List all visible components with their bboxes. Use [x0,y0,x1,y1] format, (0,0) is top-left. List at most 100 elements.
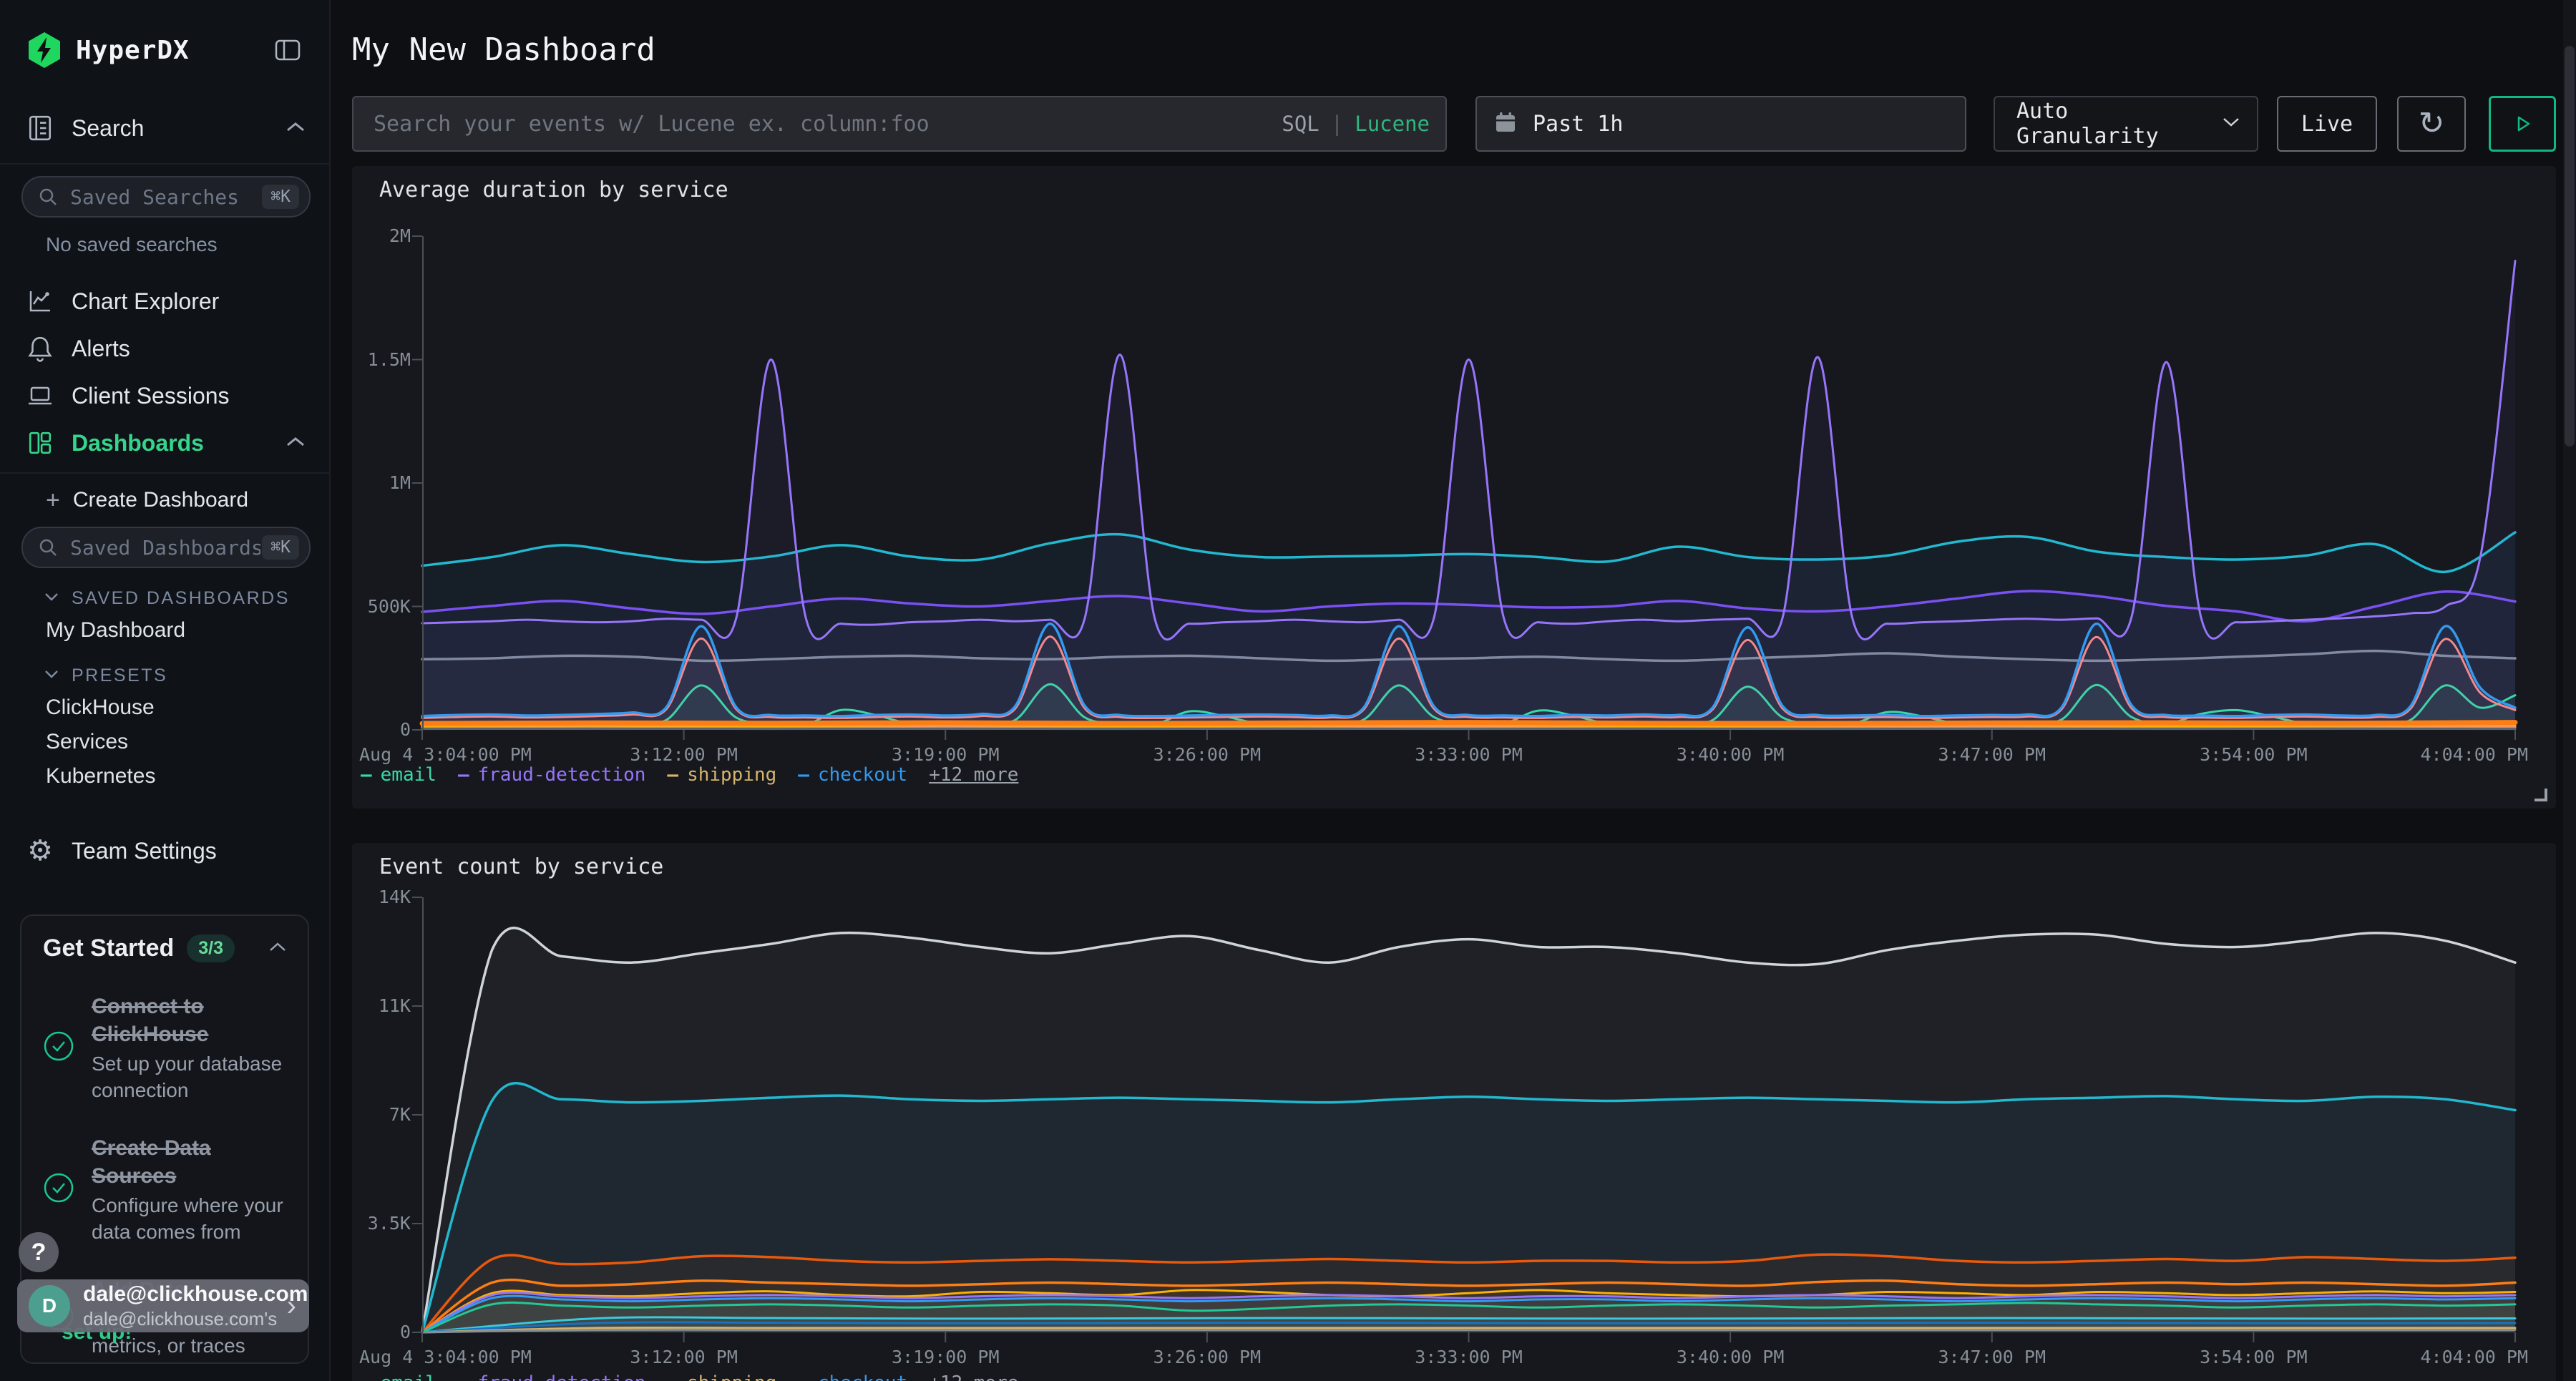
preset-item-clickhouse[interactable]: ClickHouse [46,696,155,720]
legend-item-checkout[interactable]: — checkout [798,1372,907,1381]
mode-sql[interactable]: SQL [1282,112,1319,136]
saved-searches-input-wrap: ⌘K [21,176,311,218]
y-axis-tick-label: 3.5K [356,1213,411,1234]
create-dashboard-button[interactable]: + Create Dashboard [0,484,329,517]
saved-dashboards-input[interactable] [69,535,262,560]
plot-area[interactable] [422,236,2515,730]
sidebar-item-dashboards[interactable]: Dashboards [0,422,329,464]
x-axis-tick-label: 3:47:00 PM [1938,1347,2046,1368]
chevron-down-icon [2223,117,2240,131]
scrollbar-track[interactable] [2563,0,2576,1381]
x-axis-tick-label: 3:26:00 PM [1153,1347,1262,1368]
chart-panel-event-count[interactable]: Event count by service 03.5K7K11K14KAug … [352,843,2556,1381]
chevron-down-icon [44,669,59,682]
scrollbar-thumb[interactable] [2565,46,2575,446]
plot-area[interactable] [422,897,2515,1332]
chevron-up-icon[interactable] [269,942,286,955]
x-axis-tick-label: Aug 4 3:04:00 PM [359,744,532,766]
x-axis-tick-label: 3:33:00 PM [1415,1347,1523,1368]
live-label: Live [2301,112,2353,137]
x-axis-tick-label: 3:54:00 PM [2200,744,2308,766]
legend-swatch: — [458,764,469,786]
run-query-button[interactable] [2489,96,2556,152]
legend-label: checkout [818,1372,907,1381]
hyperdx-logo-icon [26,31,63,69]
sidebar-item-client-sessions[interactable]: Client Sessions [0,375,329,416]
sidebar-item-label: Team Settings [72,838,217,864]
legend-label: shipping [687,1372,776,1381]
sidebar-item-search[interactable]: Search [0,107,329,149]
legend-item-fraud-detection[interactable]: —fraud-detection [458,764,645,786]
legend-item-fraud-detection[interactable]: —fraud-detection [458,1372,645,1381]
brand-name: HyperDX [76,36,190,65]
chart-explorer-icon [26,288,54,314]
legend-item-email[interactable]: —email [361,1372,436,1381]
question-mark-icon: ? [31,1239,47,1267]
chart-legend: —email —fraud-detection — shipping — checkout… [361,1372,1018,1381]
section-saved-dashboards[interactable]: SAVED DASHBOARDS [0,585,329,611]
granularity-select[interactable]: Auto Granularity [1994,96,2258,152]
legend-swatch: — [798,1372,809,1381]
help-button[interactable]: ? [19,1232,59,1272]
y-axis-tick-label: 2M [356,225,411,247]
sidebar-item-label: Dashboards [72,430,204,457]
sidebar-item-team-settings[interactable]: ⚙ Team Settings [0,830,329,872]
chevron-up-icon [286,436,305,450]
live-button[interactable]: Live [2277,96,2377,152]
y-axis-tick-label: 1M [356,472,411,494]
gear-icon: ⚙ [26,834,54,867]
chevron-right-icon: › [287,1292,296,1320]
section-label: PRESETS [72,665,167,686]
legend-swatch: — [667,1372,678,1381]
granularity-value: Auto Granularity [2016,99,2223,149]
brand-row: HyperDX [0,27,329,73]
get-started-step-connect[interactable]: Connect to ClickHouse Set up your databa… [43,992,286,1104]
legend-more-link[interactable]: +12 more [929,764,1018,786]
legend-item-email[interactable]: —email [361,764,436,786]
legend-item-shipping[interactable]: — shipping [667,764,776,786]
x-axis-tick-label: 3:40:00 PM [1677,1347,1785,1368]
chart-panel-avg-duration[interactable]: Average duration by service 0500K1M1.5M2… [352,166,2556,809]
x-axis-tick-label: 4:04:00 PM [2420,744,2528,766]
saved-searches-input[interactable] [69,185,262,210]
hyperdx-app: HyperDX Search ⌘K No save [0,0,2576,1381]
x-axis-tick-label: 3:19:00 PM [892,744,1000,766]
y-axis-tick-label: 7K [356,1104,411,1126]
shortcut-badge: ⌘K [262,535,299,560]
x-axis-tick-label: 3:33:00 PM [1415,744,1523,766]
legend-item-shipping[interactable]: — shipping [667,1372,776,1381]
user-team: dale@clickhouse.com's [83,1308,287,1330]
sidebar-item-chart-explorer[interactable]: Chart Explorer [0,280,329,322]
user-menu[interactable]: D dale@clickhouse.com dale@clickhouse.co… [17,1279,309,1332]
time-range-picker[interactable]: Past 1h [1475,96,1966,152]
legend-label: checkout [818,764,907,786]
get-started-step-sources[interactable]: Create Data Sources Configure where your… [43,1134,286,1246]
y-axis-tick-label: 500K [356,596,411,618]
preset-item-services[interactable]: Services [46,730,128,754]
x-axis-tick-label: 3:12:00 PM [630,1347,738,1368]
sidebar-collapse-icon[interactable] [269,31,306,69]
panel-resize-handle[interactable] [2534,789,2547,801]
x-axis-tick-label: 3:26:00 PM [1153,744,1262,766]
sidebar-item-label: Client Sessions [72,383,230,409]
mode-lucene[interactable]: Lucene [1355,112,1430,136]
calendar-icon [1494,111,1517,137]
get-started-header[interactable]: Get Started 3/3 [43,935,286,962]
x-axis-tick-label: 3:40:00 PM [1677,744,1785,766]
chart-legend: —email—fraud-detection—shipping—checkout… [361,764,1018,786]
legend-more-link[interactable]: +12 more [929,1372,1018,1381]
sidebar-item-alerts[interactable]: Alerts [0,328,329,369]
refresh-button[interactable]: ↻ [2397,96,2466,152]
legend-label: shipping [687,764,776,786]
x-axis-tick-label: 3:19:00 PM [892,1347,1000,1368]
step-desc: Set up your database connection [92,1051,286,1104]
saved-dashboard-item[interactable]: My Dashboard [46,618,185,643]
preset-item-kubernetes[interactable]: Kubernetes [46,764,155,789]
section-presets[interactable]: PRESETS [0,663,329,688]
user-email: dale@clickhouse.com [83,1282,287,1307]
event-search-input[interactable] [372,111,1282,137]
step-desc: Configure where your data comes from [92,1193,286,1246]
legend-item-checkout[interactable]: —checkout [798,764,907,786]
legend-swatch: — [667,764,678,786]
divider [0,472,329,474]
